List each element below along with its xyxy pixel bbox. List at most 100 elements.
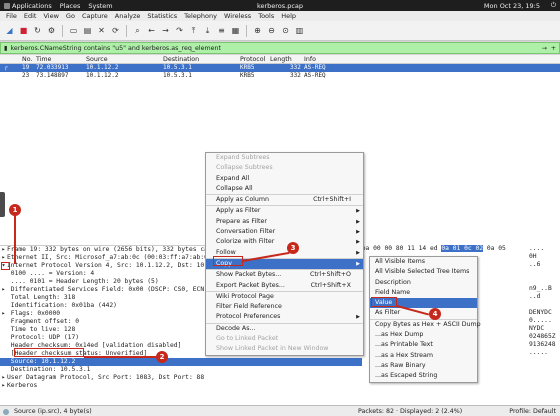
column-header[interactable]: Source [86,56,108,63]
menu-edit[interactable]: Edit [24,12,37,20]
menu-item-show-packet-bytes[interactable]: Show Packet Bytes... Ctrl+Shift+O [206,270,363,280]
bytes-asc[interactable]: 0H [529,253,537,261]
menu-item-colorize-with-filter[interactable]: Colorize with Filter ▶ [206,237,363,247]
menu-item-conversation-filter[interactable]: Conversation Filter ▶ [206,227,363,237]
jump-icon[interactable]: ↷ [174,25,185,36]
bytes-asc[interactable]: 024865Z [529,333,556,341]
menu-item-apply-as-filter[interactable]: Apply as Filter ▶ [206,206,363,216]
restart-icon[interactable]: ↻ [32,25,43,36]
bytes-asc[interactable]: 9136248 [529,341,556,349]
menu-go[interactable]: Go [66,12,75,20]
packet-cell: 73.148897 [36,72,69,79]
menu-item-collapse-all[interactable]: Collapse All [206,184,363,194]
menu-statistics[interactable]: Statistics [147,12,177,20]
search-icon[interactable]: ⌕ [132,25,143,36]
display-filter-input[interactable]: kerberos.CNameString contains "u5" and k… [7,45,220,52]
back-icon[interactable]: ← [146,25,157,36]
menu-item-copy-bytes-as-hex-ascii-dump[interactable]: Copy Bytes as Hex + ASCII Dump [370,320,481,330]
menu-item-wiki-protocol-page[interactable]: Wiki Protocol Page [206,292,363,302]
detail-row[interactable]: ▸ Kerberos [0,382,362,390]
zoom-reset-icon[interactable]: ⊙ [280,25,291,36]
detail-row[interactable]: Source: 10.1.12.2 [0,358,362,366]
bytes-asc[interactable]: ..d [529,293,540,301]
places-menu[interactable]: Places [60,2,81,10]
menu-item-label: All Visible Selected Tree Items [375,268,470,276]
filter-apply-icon[interactable]: → [542,45,547,52]
autoscroll-icon[interactable]: ≡ [216,25,227,36]
detail-row[interactable]: ▸ User Datagram Protocol, Src Port: 1083,… [0,374,362,382]
column-header[interactable]: Protocol [240,56,265,63]
expand-icon[interactable]: ▸ [0,382,7,390]
clock[interactable]: Mon Oct 23, 19:5 [484,2,540,10]
menu-analyze[interactable]: Analyze [115,12,141,20]
menu-item-as-escaped-string[interactable]: ...as Escaped String [370,371,477,381]
expand-icon[interactable]: ▸ [0,246,7,254]
shark-fin-icon[interactable]: ◢ [4,25,15,36]
forward-icon[interactable]: → [160,25,171,36]
menu-view[interactable]: View [43,12,58,20]
menu-item-description[interactable]: Description [370,278,477,288]
bytes-asc[interactable]: DENYDC [529,309,552,317]
status-profile[interactable]: Profile: Default [509,408,556,415]
menu-wireless[interactable]: Wireless [224,12,251,20]
column-header[interactable]: Time [36,56,51,63]
bytes-asc[interactable]: ..... [529,349,548,357]
menu-item-filter-field-reference[interactable]: Filter Field Reference [206,302,363,312]
bytes-asc[interactable]: 0..... [529,317,552,325]
last-icon[interactable]: ⤓ [202,25,213,36]
zoom-out-icon[interactable]: ⊖ [266,25,277,36]
stop-icon[interactable]: ■ [18,25,29,36]
gear-icon[interactable]: ⚙ [46,25,57,36]
column-header[interactable]: No. [22,56,32,63]
menu-item-as-a-hex-stream[interactable]: ...as a Hex Stream [370,351,477,361]
filter-add-icon[interactable]: + [551,45,556,52]
column-header[interactable]: Info [304,56,316,63]
close-icon[interactable]: ✕ [96,25,107,36]
file-icon[interactable]: ▤ [82,25,93,36]
menu-capture[interactable]: Capture [82,12,108,20]
selected-bytes[interactable]: 0a 01 0c 02 [441,245,484,252]
menu-item-all-visible-selected-tree-items[interactable]: All Visible Selected Tree Items [370,267,477,277]
bytes-asc[interactable]: ..6 [529,261,540,269]
menu-item-all-visible-items[interactable]: All Visible Items [370,257,477,267]
menu-item-export-packet-bytes[interactable]: Export Packet Bytes... Ctrl+Shift+X [206,281,363,291]
first-icon[interactable]: ⤒ [188,25,199,36]
colorize-icon[interactable]: ▦ [230,25,241,36]
menu-item-decode-as[interactable]: Decode As... [206,324,363,334]
expand-icon[interactable]: ▸ [0,254,7,262]
menu-item-apply-as-column[interactable]: Apply as Column Ctrl+Shift+I [206,195,363,205]
zoom-in-icon[interactable]: ⊕ [252,25,263,36]
menu-item-prepare-as-filter[interactable]: Prepare as Filter ▶ [206,217,363,227]
menu-item-expand-all[interactable]: Expand All [206,174,363,184]
system-menu[interactable]: System [88,2,112,10]
detail-row[interactable]: Destination: 10.5.3.1 [0,366,362,374]
status-indicator-icon[interactable] [3,409,9,415]
expand-icon[interactable]: ▸ [0,310,7,318]
bytes-asc[interactable]: NYDC [529,325,544,333]
menu-help[interactable]: Help [281,12,296,20]
expand-icon[interactable]: ▸ [0,374,7,382]
expand-icon[interactable]: ▸ [0,286,7,294]
side-panel-handle[interactable] [0,192,5,217]
menu-item-as-printable-text[interactable]: ...as Printable Text [370,340,477,350]
menu-item-label: All Visible Items [375,258,425,265]
bytes-asc[interactable]: n9_..B [529,285,552,293]
menu-item-as-hex-dump[interactable]: ...as Hex Dump [370,330,477,340]
column-header[interactable]: Destination [163,56,199,63]
packet-row[interactable]: 23 73.148897 10.1.12.2 10.5.3.1 KRB5 332… [0,72,560,80]
menu-item-protocol-preferences[interactable]: Protocol Preferences ▶ [206,312,363,322]
column-header[interactable]: Length [270,56,292,63]
menu-item-as-raw-binary[interactable]: ...as Raw Binary [370,361,477,371]
applications-menu[interactable]: Applications [4,2,52,10]
menu-tools[interactable]: Tools [258,12,274,20]
resize-columns-icon[interactable]: ▥ [294,25,305,36]
bytes-asc[interactable]: .... [529,245,544,253]
bytes-hex[interactable]: 00 01 ba 00 00 80 11 14 ed 0a 01 0c 02 0… [339,245,506,253]
reload-icon[interactable]: ⟳ [110,25,121,36]
menu-file[interactable]: File [6,12,17,20]
open-icon[interactable]: ▭ [68,25,79,36]
menu-telephony[interactable]: Telephony [184,12,217,20]
packet-row[interactable]: ┌ 19 72.033913 10.1.12.2 10.5.3.1 KRB5 3… [0,64,560,72]
display-filter-bar[interactable]: ▮ kerberos.CNameString contains "u5" and… [0,42,560,54]
power-icon[interactable]: ⏻ [551,1,556,10]
